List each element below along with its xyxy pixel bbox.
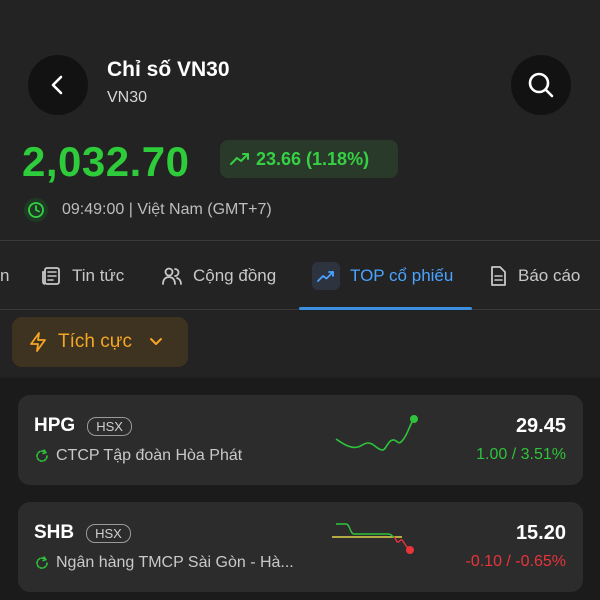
tab-partial[interactable]: n <box>0 241 9 311</box>
sparkline-end-dot <box>410 415 418 423</box>
symbol-row: SHB HSX <box>34 522 131 544</box>
refresh-icon <box>36 556 48 569</box>
back-button[interactable] <box>28 55 88 115</box>
active-tab-indicator <box>299 307 472 310</box>
clock-icon <box>24 198 48 222</box>
tab-label: Tin tức <box>72 266 125 285</box>
search-icon <box>528 72 554 98</box>
app-header: Chỉ số VN30 VN30 <box>0 0 600 130</box>
stock-card-hpg[interactable]: HPG HSX CTCP Tập đoàn Hòa Phát 29.45 1.0… <box>18 395 583 485</box>
company-name: Ngân hàng TMCP Sài Gòn - Hà... <box>56 554 294 571</box>
sparkline-line <box>335 418 415 451</box>
sparkline-line-up <box>336 523 395 538</box>
trending-up-icon <box>312 262 340 290</box>
page-subtitle: VN30 <box>107 89 148 106</box>
company-row: CTCP Tập đoàn Hòa Phát <box>34 447 242 465</box>
filter-dropdown[interactable]: Tích cực <box>12 317 188 367</box>
filter-bar: Tích cực <box>0 311 600 377</box>
chevron-down-icon <box>149 338 162 345</box>
exchange-badge: HSX <box>86 523 131 543</box>
document-icon <box>491 266 506 286</box>
timestamp-text: 09:49:00 | Việt Nam (GMT+7) <box>62 201 272 218</box>
chevron-left-icon <box>51 75 63 95</box>
stock-price: 29.45 <box>515 415 566 437</box>
stock-change: -0.10 / -0.65% <box>465 553 567 570</box>
stock-card-shb[interactable]: SHB HSX Ngân hàng TMCP Sài Gòn - Hà... 1… <box>18 502 583 592</box>
index-change-text: 23.66 (1.18%) <box>256 148 370 169</box>
tab-top-stocks[interactable]: TOP cổ phiếu <box>312 241 453 311</box>
stock-symbol: SHB <box>34 522 75 543</box>
page-title: Chỉ số VN30 <box>107 58 230 81</box>
tab-label: TOP cổ phiếu <box>350 266 454 285</box>
news-icon <box>42 267 60 285</box>
index-price: 2,032.70 <box>22 138 190 185</box>
company-row: Ngân hàng TMCP Sài Gòn - Hà... <box>34 554 294 572</box>
sparkline-end-dot <box>406 546 414 554</box>
tab-label: n <box>0 266 10 285</box>
company-name: CTCP Tập đoàn Hòa Phát <box>56 447 243 464</box>
filter-label: Tích cực <box>58 331 132 352</box>
quote-summary: 2,032.70 23.66 (1.18%) 09:49:00 | Việt N… <box>0 130 600 240</box>
search-button[interactable] <box>511 55 571 115</box>
tab-news[interactable]: Tin tức <box>40 241 124 311</box>
tab-report[interactable]: Báo cáo <box>488 241 580 311</box>
stock-list: HPG HSX CTCP Tập đoàn Hòa Phát 29.45 1.0… <box>0 378 600 600</box>
stock-price: 15.20 <box>515 522 566 544</box>
stock-symbol: HPG <box>34 415 76 436</box>
people-icon <box>162 267 182 285</box>
tab-community[interactable]: Cộng đồng <box>161 241 276 311</box>
tab-bar: n Tin tức Cộng đồng TOP cổ phiếu Báo cáo <box>0 240 600 310</box>
refresh-icon <box>36 449 48 462</box>
index-change-badge: 23.66 (1.18%) <box>220 140 398 178</box>
stock-change: 1.00 / 3.51% <box>476 446 566 463</box>
trending-up-icon <box>230 153 249 165</box>
tab-label: Cộng đồng <box>193 266 277 285</box>
exchange-badge: HSX <box>87 416 132 436</box>
symbol-row: HPG HSX <box>34 415 132 437</box>
timestamp-row: 09:49:00 | Việt Nam (GMT+7) <box>24 198 272 222</box>
lightning-icon <box>30 332 46 352</box>
title-block: Chỉ số VN30 VN30 <box>107 58 230 107</box>
sparkline-chart <box>335 415 418 451</box>
tab-label: Báo cáo <box>518 266 581 285</box>
sparkline-chart <box>332 523 414 554</box>
